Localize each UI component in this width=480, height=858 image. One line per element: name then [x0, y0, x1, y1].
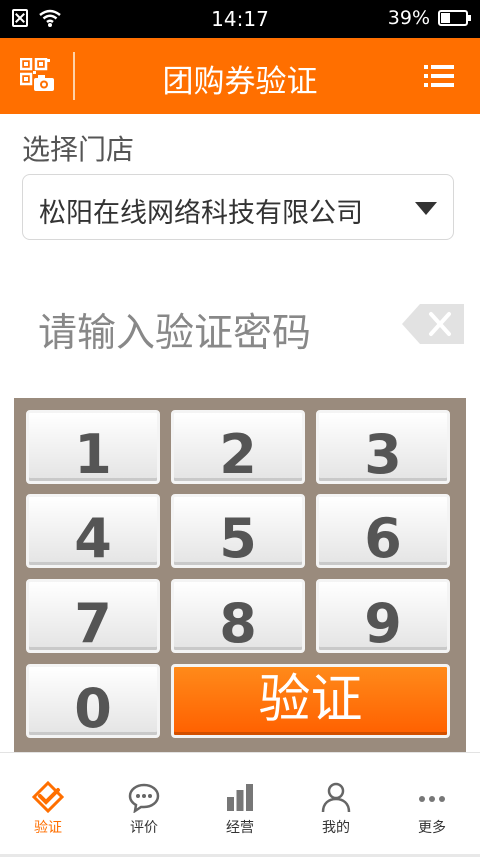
- tab-more-label: 更多: [418, 820, 446, 836]
- verify-icon: [32, 781, 64, 813]
- bottom-nav: 验证 评价 经营 我的 更多: [0, 752, 480, 857]
- battery-icon: [438, 10, 471, 26]
- list-menu-icon[interactable]: [424, 64, 454, 88]
- key-5[interactable]: 5: [171, 494, 305, 570]
- dropdown-arrow-icon: [415, 202, 437, 215]
- bar-chart-icon: [227, 784, 253, 811]
- key-7[interactable]: 7: [26, 579, 160, 655]
- page-title: 团购券验证: [162, 64, 318, 100]
- password-input[interactable]: 请输入验证密码: [38, 302, 311, 358]
- tab-business-label: 经营: [226, 820, 254, 836]
- numeric-keypad: 1 2 3 4 5 6 7 8 9 0 验证: [14, 398, 466, 752]
- key-3[interactable]: 3: [316, 410, 450, 486]
- key-6[interactable]: 6: [316, 494, 450, 570]
- tab-mine[interactable]: 我的: [288, 753, 384, 858]
- key-2[interactable]: 2: [171, 410, 305, 486]
- status-bar: 14:17 39%: [0, 0, 480, 38]
- key-1[interactable]: 1: [26, 410, 160, 486]
- app-header: 团购券验证: [0, 38, 480, 114]
- tab-mine-label: 我的: [322, 820, 350, 836]
- store-select[interactable]: 松阳在线网络科技有限公司: [22, 174, 454, 240]
- comment-icon: [128, 783, 160, 813]
- store-select-value: 松阳在线网络科技有限公司: [39, 198, 363, 229]
- battery-percent: 39%: [387, 7, 430, 29]
- store-label: 选择门店: [22, 133, 135, 166]
- key-9[interactable]: 9: [316, 579, 450, 655]
- user-icon: [321, 782, 351, 813]
- backspace-icon[interactable]: [402, 304, 464, 344]
- tab-verify-label: 验证: [34, 820, 62, 836]
- key-0[interactable]: 0: [26, 664, 160, 740]
- tab-more[interactable]: 更多: [384, 753, 480, 858]
- key-8[interactable]: 8: [171, 579, 305, 655]
- tab-verify[interactable]: 验证: [0, 753, 96, 858]
- tab-comment-label: 评价: [130, 820, 158, 836]
- tab-business[interactable]: 经营: [192, 753, 288, 858]
- key-4[interactable]: 4: [26, 494, 160, 570]
- more-icon: [419, 796, 445, 802]
- tab-comment[interactable]: 评价: [96, 753, 192, 858]
- verify-button[interactable]: 验证: [171, 664, 450, 738]
